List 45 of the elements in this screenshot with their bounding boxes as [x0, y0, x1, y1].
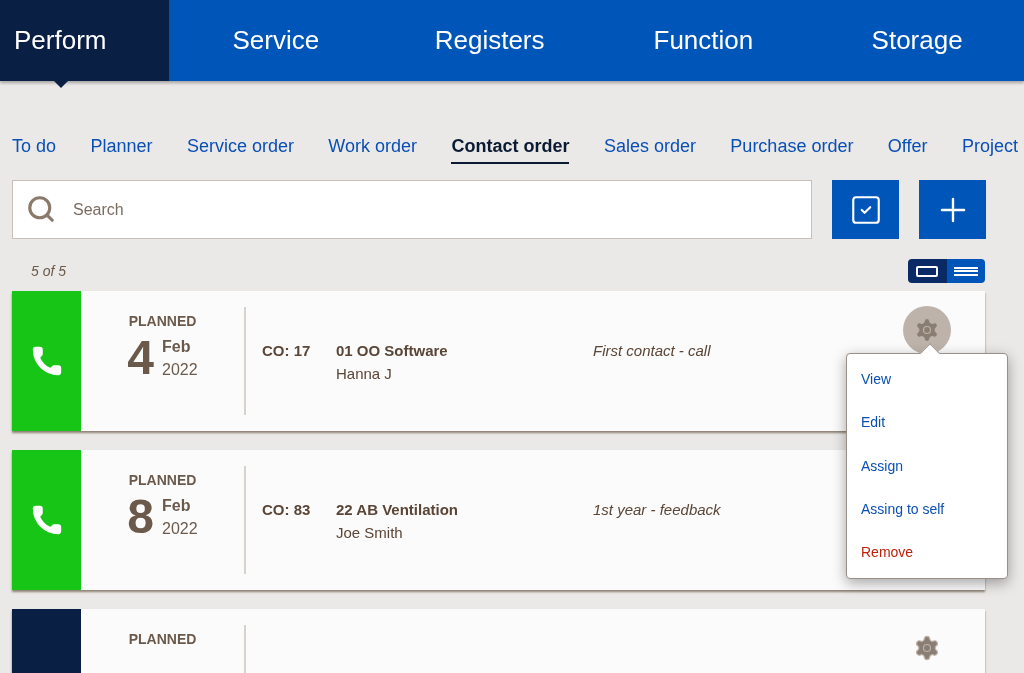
main-nav-tab[interactable]: Registers [382, 0, 597, 81]
status-label: PLANNED [128, 471, 197, 490]
search-icon [26, 194, 56, 224]
sub-tab[interactable]: Offer [887, 133, 928, 164]
contact-person: Joe Smith [336, 522, 403, 543]
year-label: 2022 [162, 360, 198, 380]
customer-name: 22 AB Ventilation [336, 500, 458, 520]
status-label: PLANNED [128, 312, 197, 331]
sub-tab[interactable]: To do [12, 133, 57, 164]
month-label: Feb [162, 337, 192, 357]
main-nav-tab[interactable]: Function [596, 0, 811, 81]
sub-tab[interactable]: Work order [328, 133, 418, 164]
selection-pointer [54, 81, 68, 88]
card-view-icon [916, 265, 939, 277]
sub-tab[interactable]: Purchase order [730, 133, 854, 164]
settings-icon [913, 634, 941, 662]
add-button[interactable] [919, 180, 986, 239]
order-number: CO: 83 [262, 500, 312, 519]
year-label: 2022 [162, 519, 198, 539]
sub-tab[interactable]: Project [961, 133, 1018, 164]
main-nav-tab[interactable]: Service [169, 0, 383, 81]
status-label: PLANNED [128, 630, 197, 649]
order-subject: 1st year - feedback [593, 500, 721, 519]
day-number: 8 [127, 493, 155, 541]
list-view-icon [953, 266, 978, 276]
menu-item[interactable]: Edit [847, 401, 1007, 445]
sub-tab[interactable]: Contact order [451, 133, 570, 164]
sub-tab[interactable]: Service order [186, 133, 294, 164]
customer-name: 01 OO Software [336, 341, 448, 361]
select-button[interactable] [832, 180, 899, 239]
sub-tab[interactable]: Sales order [603, 133, 696, 164]
menu-item[interactable]: View [847, 358, 1007, 402]
sub-tab[interactable]: Planner [90, 133, 153, 164]
result-count: 5 of 5 [31, 261, 67, 281]
view-toggle-button[interactable] [946, 259, 985, 283]
day-number: 4 [127, 334, 155, 382]
settings-button[interactable] [903, 306, 951, 354]
month-label: Feb [162, 496, 192, 516]
contact-person: Hanna J [336, 363, 392, 384]
view-toggle-button[interactable] [908, 259, 947, 283]
order-card[interactable]: PLANNED [12, 609, 985, 673]
order-number: CO: 17 [262, 341, 312, 360]
search-field[interactable]: Search [12, 180, 812, 239]
main-nav-tab[interactable]: Storage [810, 0, 1024, 81]
order-subject: First contact - call [593, 341, 711, 360]
